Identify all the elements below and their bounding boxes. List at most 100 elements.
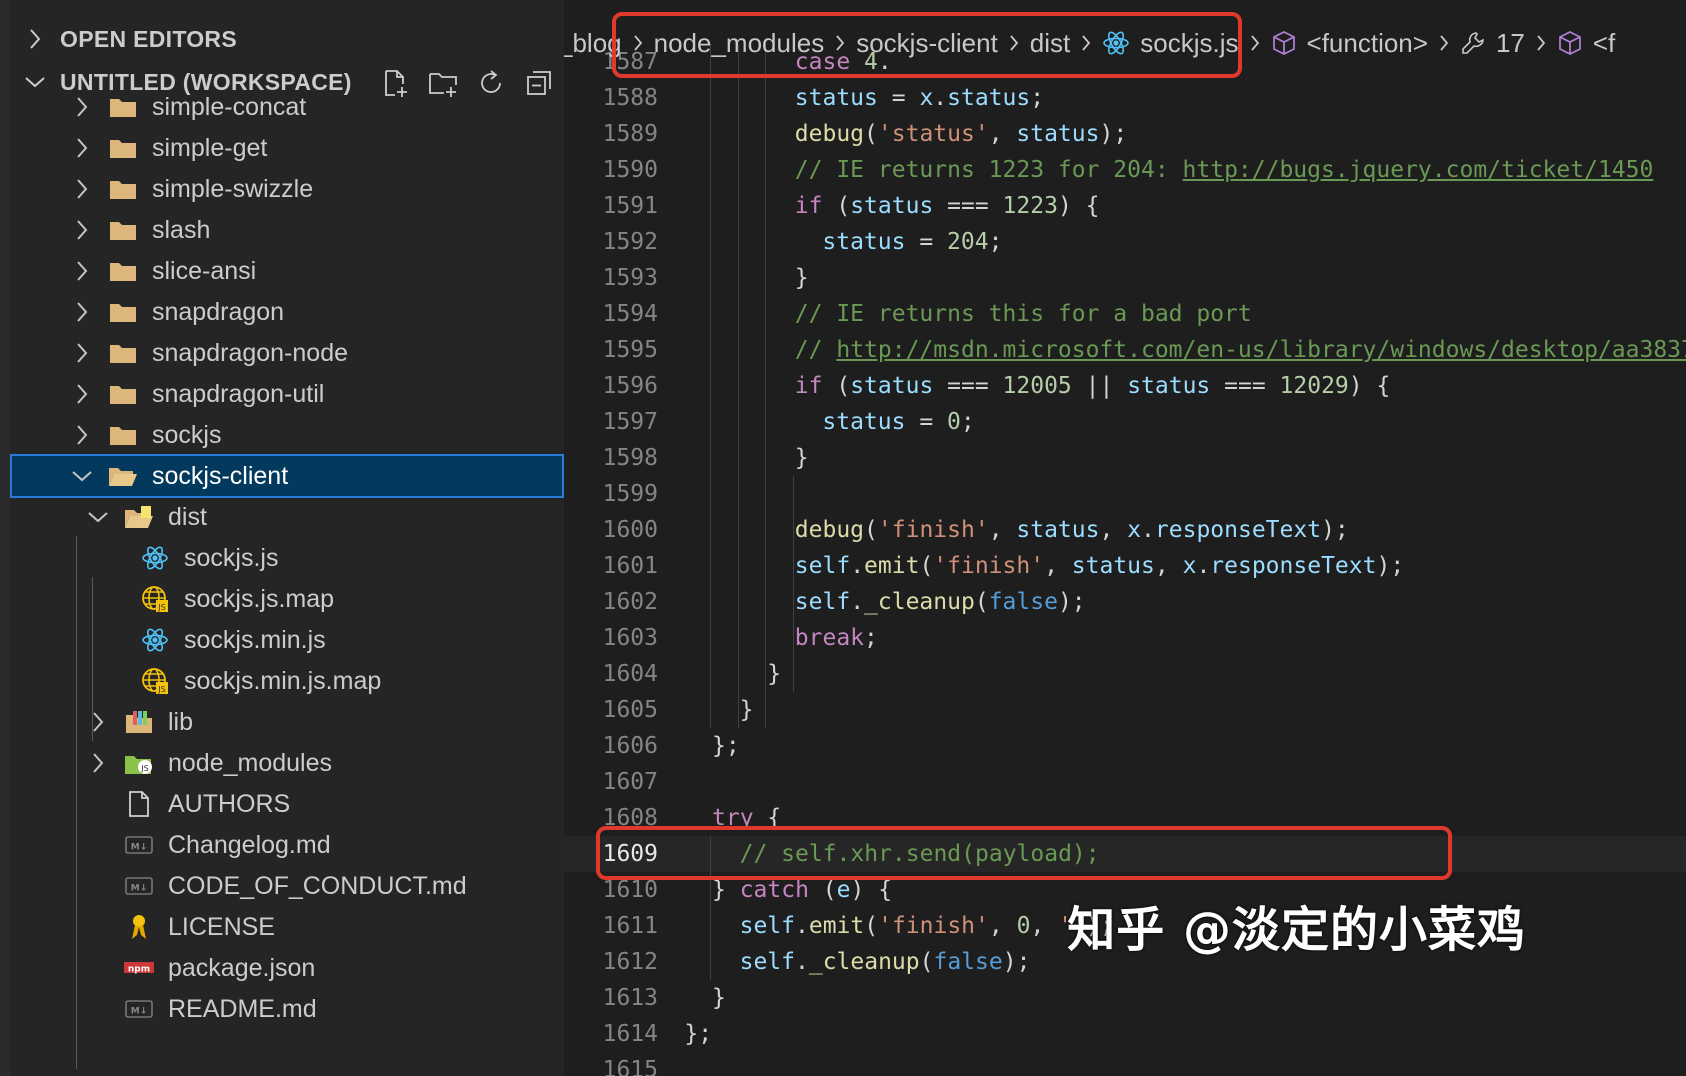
tree-item-sockjs-js-map[interactable]: JS sockjs.js.map	[10, 577, 564, 621]
chevron-right-icon	[68, 85, 96, 129]
tree-item-code-of-conduct-md[interactable]: M↓ CODE_OF_CONDUCT.md	[10, 864, 564, 908]
tree-item-sockjs-min-js-map[interactable]: JS sockjs.min.js.map	[10, 659, 564, 703]
tree-item-lib[interactable]: lib	[10, 700, 564, 744]
tree-item-node-modules[interactable]: JS node_modules	[10, 741, 564, 785]
markdown-icon: M↓	[122, 823, 156, 867]
code-line[interactable]: 1601 self.emit('finish', status, x.respon…	[564, 548, 1686, 584]
watermark: 知乎 @淡定的小菜鸡	[1067, 902, 1526, 958]
indent-guide	[92, 577, 93, 741]
tree-item-simple-concat[interactable]: simple-concat	[10, 85, 564, 129]
tree-item-snapdragon-util[interactable]: snapdragon-util	[10, 372, 564, 416]
explorer-sidebar: OPEN EDITORS UNTITLED (WORKSPACE) simple…	[0, 0, 564, 1076]
line-number: 1591	[602, 193, 658, 219]
folder-icon	[106, 167, 140, 211]
breadcrumb-item[interactable]: <function>	[1271, 28, 1428, 59]
line-number: 1615	[602, 1057, 658, 1076]
dist-folder-icon	[122, 495, 156, 539]
code-line[interactable]: 1598}	[564, 440, 1686, 476]
code-line[interactable]: 1604}	[564, 656, 1686, 692]
code-line[interactable]: 1606};	[564, 728, 1686, 764]
code-line[interactable]: 1593}	[564, 260, 1686, 296]
code-text: self.emit('finish', status, x.responseTe…	[794, 553, 1405, 579]
tree-item-license[interactable]: LICENSE	[10, 905, 564, 949]
code-line[interactable]: 1605}	[564, 692, 1686, 728]
code-line[interactable]: 1600 debug('finish', status, x.responseTe…	[564, 512, 1686, 548]
file-icon	[122, 782, 156, 826]
tree-item-sockjs-client[interactable]: sockjs-client	[10, 454, 564, 498]
tree-item-slice-ansi[interactable]: slice-ansi	[10, 249, 564, 293]
code-line[interactable]: 1603 break;	[564, 620, 1686, 656]
code-text: }	[794, 445, 809, 471]
code-line[interactable]: 1599	[564, 476, 1686, 512]
folder-icon	[106, 413, 140, 457]
code-line[interactable]: 1613}	[564, 980, 1686, 1016]
tree-item-label: Changelog.md	[168, 830, 331, 859]
tree-item-readme-md[interactable]: M↓ README.md	[10, 987, 564, 1031]
tree-item-sockjs-js[interactable]: sockjs.js	[10, 536, 564, 580]
code-line[interactable]: 1590 // IE returns 1223 for 204: http://b…	[564, 152, 1686, 188]
code-indent-guide	[792, 476, 794, 620]
tree-item-label: sockjs-client	[152, 461, 289, 490]
line-number: 1600	[602, 517, 658, 543]
chevron-down-icon	[84, 495, 112, 539]
tree-item-snapdragon-node[interactable]: snapdragon-node	[10, 331, 564, 375]
code-text: // http://msdn.microsoft.com/en-us/libra…	[794, 337, 1686, 363]
code-line[interactable]: 1589 debug('status', status);	[564, 116, 1686, 152]
tree-item-changelog-md[interactable]: M↓ Changelog.md	[10, 823, 564, 867]
tree-item-authors[interactable]: AUTHORS	[10, 782, 564, 826]
code-line[interactable]: 1614};	[564, 1016, 1686, 1052]
tree-item-label: node_modules	[168, 748, 333, 777]
svg-text:M↓: M↓	[131, 1007, 148, 1017]
tree-item-slash[interactable]: slash	[10, 208, 564, 252]
indent-guide	[76, 536, 77, 1069]
breadcrumb-separator-icon	[1249, 33, 1261, 53]
folder-icon	[106, 331, 140, 375]
open-editors-label: OPEN EDITORS	[60, 25, 237, 52]
code-line[interactable]: 1592 status = 204;	[564, 224, 1686, 260]
line-number: 1588	[602, 85, 658, 111]
line-number: 1596	[602, 373, 658, 399]
sourcemap-icon: JS	[138, 577, 172, 621]
code-text: debug('status', status);	[794, 121, 1128, 147]
tree-item-simple-swizzle[interactable]: simple-swizzle	[10, 167, 564, 211]
code-line[interactable]: 1602 self._cleanup(false);	[564, 584, 1686, 620]
cube-icon	[1557, 30, 1583, 56]
tree-item-label: README.md	[168, 994, 317, 1023]
tree-item-simple-get[interactable]: simple-get	[10, 126, 564, 170]
tree-item-label: sockjs.js.map	[184, 584, 335, 613]
code-text: status = 204;	[822, 229, 1003, 255]
code-line[interactable]: 1596 if (status === 12005 || status === 1…	[564, 368, 1686, 404]
node-folder-icon: JS	[122, 741, 156, 785]
code-line[interactable]: 1588 status = x.status;	[564, 80, 1686, 116]
tree-item-package-json[interactable]: npm package.json	[10, 946, 564, 990]
breadcrumb-item[interactable]: <f	[1557, 28, 1615, 59]
tree-item-dist[interactable]: dist	[10, 495, 564, 539]
code-line[interactable]: 1595 // http://msdn.microsoft.com/en-us/l…	[564, 332, 1686, 368]
tree-item-sockjs[interactable]: sockjs	[10, 413, 564, 457]
tree-item-sockjs-min-js[interactable]: sockjs.min.js	[10, 618, 564, 662]
line-number: 1594	[602, 301, 658, 327]
code-text: }	[794, 265, 809, 291]
code-line[interactable]: 1591 if (status === 1223) {	[564, 188, 1686, 224]
code-text: // IE returns this for a bad port	[794, 301, 1252, 327]
wrench-icon	[1460, 30, 1486, 56]
tree-item-snapdragon[interactable]: snapdragon	[10, 290, 564, 334]
breadcrumb-item[interactable]: 17	[1460, 28, 1525, 59]
line-number: 1597	[602, 409, 658, 435]
code-line[interactable]: 1597 status = 0;	[564, 404, 1686, 440]
open-editors-header[interactable]: OPEN EDITORS	[10, 17, 564, 61]
code-line[interactable]: 1594 // IE returns this for a bad port	[564, 296, 1686, 332]
tree-item-label: AUTHORS	[168, 789, 291, 818]
tree-item-label: simple-concat	[152, 92, 307, 121]
code-line[interactable]: 1615	[564, 1052, 1686, 1076]
breadcrumb-label: <f	[1592, 27, 1616, 58]
license-icon	[122, 905, 156, 949]
tree-item-label: snapdragon-util	[152, 379, 325, 408]
line-number: 1607	[602, 769, 658, 795]
tree-item-label: sockjs.min.js.map	[184, 666, 382, 695]
code-line[interactable]: 1607	[564, 764, 1686, 800]
code-indent-guide	[737, 44, 739, 728]
